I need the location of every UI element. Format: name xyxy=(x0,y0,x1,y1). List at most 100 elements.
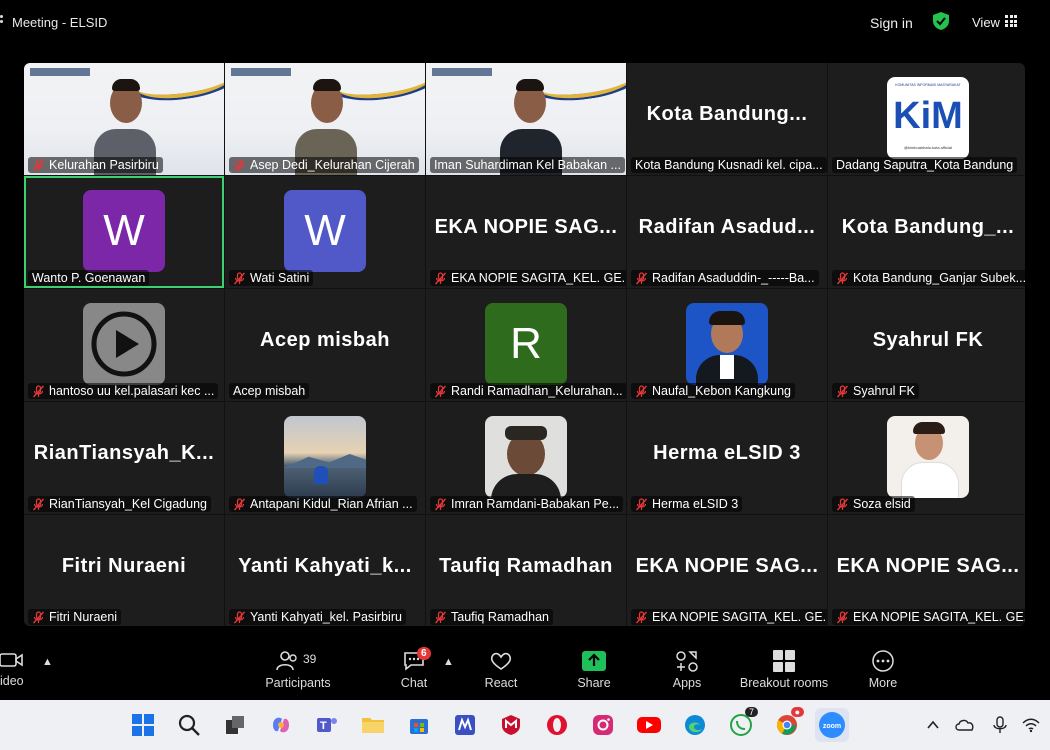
kim-logo-avatar: KOMUNITAS INFORMASI MASYARAKAT KiM @kimbua… xyxy=(887,77,969,159)
onedrive-cloud-icon[interactable] xyxy=(950,710,980,740)
participant-tile[interactable]: Syahrul FK Syahrul FK xyxy=(828,289,1025,401)
participant-display-name: EKA NOPIE SAG... xyxy=(836,555,1020,577)
kim-logo-handle: @kimbuahbatu.kota.official xyxy=(903,145,952,150)
participant-tile[interactable]: KOMUNITAS INFORMASI MASYARAKAT KiM @kimbua… xyxy=(828,63,1025,175)
participant-name-label: Radifan Asaduddin-_-----Ba... xyxy=(631,270,819,286)
react-label: React xyxy=(484,676,518,690)
view-button[interactable]: View xyxy=(972,15,1000,30)
participant-name: Acep misbah xyxy=(233,384,306,398)
m-app-icon[interactable] xyxy=(450,710,480,740)
video-options-caret-icon[interactable]: ▲ xyxy=(42,656,53,668)
participant-name-label: Wanto P. Goenawan xyxy=(28,270,150,286)
mic-muted-icon xyxy=(635,271,648,284)
shield-check-icon[interactable] xyxy=(931,11,951,31)
task-view-icon[interactable] xyxy=(220,710,250,740)
grid-view-icon[interactable] xyxy=(1005,15,1017,27)
participant-tile[interactable]: W Wanto P. Goenawan xyxy=(24,176,224,288)
participant-tile[interactable]: W Wati Satini xyxy=(225,176,425,288)
mic-muted-icon xyxy=(635,497,648,510)
participant-name-label: EKA NOPIE SAGITA_KEL. GE... xyxy=(631,609,827,625)
participant-name-label: Acep misbah xyxy=(229,383,310,399)
participant-tile[interactable]: R Randi Ramadhan_Kelurahan... xyxy=(426,289,626,401)
participant-tile[interactable]: Herma eLSID 3 Herma eLSID 3 xyxy=(627,402,827,514)
zoom-taskbar-icon[interactable]: zoom xyxy=(815,708,849,742)
sign-in-link[interactable]: Sign in xyxy=(870,15,913,31)
microphone-icon[interactable] xyxy=(985,710,1015,740)
participant-avatar: W xyxy=(284,190,366,272)
instagram-icon[interactable] xyxy=(588,710,618,740)
breakout-rooms-button[interactable]: Breakout rooms xyxy=(734,650,834,690)
chat-options-caret-icon[interactable]: ▲ xyxy=(443,656,454,668)
participant-name: hantoso uu kel.palasari kec ... xyxy=(49,384,215,398)
participant-name-label: RianTiansyah_Kel Cigadung xyxy=(28,496,211,512)
mic-muted-icon xyxy=(233,271,246,284)
opera-icon[interactable] xyxy=(542,710,572,740)
mic-muted-icon xyxy=(434,610,447,623)
chrome-icon[interactable]: ● xyxy=(772,707,804,740)
participant-tile[interactable]: Kelurahan Pasirbiru xyxy=(24,63,224,175)
participant-display-name: EKA NOPIE SAG... xyxy=(635,555,819,577)
windows-start-icon[interactable] xyxy=(128,710,158,740)
file-explorer-icon[interactable] xyxy=(358,710,388,740)
copilot-icon[interactable] xyxy=(266,710,296,740)
participant-tile[interactable]: EKA NOPIE SAG... EKA NOPIE SAGITA_KEL. GE… xyxy=(426,176,626,288)
microsoft-store-icon[interactable] xyxy=(404,710,434,740)
participant-tile[interactable]: Radifan Asadud... Radifan Asaduddin-_----… xyxy=(627,176,827,288)
participant-name: Kota Bandung_Ganjar Subek... xyxy=(853,271,1025,285)
react-button[interactable]: React xyxy=(481,650,521,690)
more-button[interactable]: More xyxy=(863,650,903,690)
participant-name-label: Fitri Nuraeni xyxy=(28,609,122,625)
participant-tile[interactable]: Naufal_Kebon Kangkung xyxy=(627,289,827,401)
mic-muted-icon xyxy=(635,610,648,623)
participant-tile[interactable]: RianTiansyah_K... RianTiansyah_Kel Cigadu… xyxy=(24,402,224,514)
participant-display-name: EKA NOPIE SAG... xyxy=(434,216,618,238)
participant-display-name: Taufiq Ramadhan xyxy=(439,555,613,577)
mcafee-icon[interactable] xyxy=(496,710,526,740)
participants-button[interactable]: 39 Participants xyxy=(262,650,334,690)
mic-muted-icon xyxy=(32,610,45,623)
participant-tile[interactable]: EKA NOPIE SAG... EKA NOPIE SAGITA_KEL. GE… xyxy=(627,515,827,626)
breakout-rooms-icon xyxy=(773,650,795,672)
wifi-icon[interactable] xyxy=(1016,710,1046,740)
svg-text:T: T xyxy=(320,720,327,732)
participant-display-name: Kota Bandung... xyxy=(646,103,808,125)
participant-name: RianTiansyah_Kel Cigadung xyxy=(49,497,207,511)
participant-tile[interactable]: hantoso uu kel.palasari kec ... xyxy=(24,289,224,401)
mic-muted-icon xyxy=(836,384,849,397)
app-menu-icon[interactable] xyxy=(0,15,4,27)
tray-chevron-up-icon[interactable] xyxy=(918,710,948,740)
participant-tile[interactable]: Kota Bandung... Kota Bandung Kusnadi kel.… xyxy=(627,63,827,175)
participant-tile[interactable]: Kota Bandung_... Kota Bandung_Ganjar Sube… xyxy=(828,176,1025,288)
participant-name: EKA NOPIE SAGITA_KEL. GE... xyxy=(853,610,1025,624)
youtube-icon[interactable] xyxy=(634,710,664,740)
video-button[interactable]: ideo xyxy=(0,650,30,688)
participant-tile[interactable]: Acep misbah Acep misbah xyxy=(225,289,425,401)
share-button[interactable]: Share xyxy=(574,650,614,690)
participant-name-label: Taufiq Ramadhan xyxy=(430,609,553,625)
participant-name-label: Naufal_Kebon Kangkung xyxy=(631,383,796,399)
teams-icon[interactable]: T xyxy=(312,710,342,740)
kim-logo-text: KiM xyxy=(893,95,963,137)
participant-tile[interactable]: Taufiq Ramadhan Taufiq Ramadhan xyxy=(426,515,626,626)
participant-tile[interactable]: EKA NOPIE SAG... EKA NOPIE SAGITA_KEL. GE… xyxy=(828,515,1025,626)
participant-display-name: Fitri Nuraeni xyxy=(61,555,187,577)
participant-tile[interactable]: Yanti Kahyati_k... Yanti Kahyati_kel. Pas… xyxy=(225,515,425,626)
whatsapp-icon[interactable]: 7 xyxy=(726,707,758,740)
participant-tile[interactable]: Fitri Nuraeni Fitri Nuraeni xyxy=(24,515,224,626)
video-gallery: Kelurahan Pasirbiru Asep Dedi_Kelurahan C… xyxy=(24,63,1025,626)
participant-photo xyxy=(284,416,366,498)
participant-tile[interactable]: Asep Dedi_Kelurahan Cijerah xyxy=(225,63,425,175)
participant-tile[interactable]: Antapani Kidul_Rian Afrian ... xyxy=(225,402,425,514)
mic-muted-icon xyxy=(635,384,648,397)
breakout-rooms-label: Breakout rooms xyxy=(739,676,829,690)
participant-display-name: Syahrul FK xyxy=(872,329,984,351)
search-icon[interactable] xyxy=(174,710,204,740)
edge-icon[interactable] xyxy=(680,710,710,740)
whatsapp-badge: 7 xyxy=(744,707,758,717)
participant-tile[interactable]: Soza elsid xyxy=(828,402,1025,514)
participant-display-name: Herma eLSID 3 xyxy=(653,442,801,464)
participant-name: Wati Satini xyxy=(250,271,310,285)
participant-tile[interactable]: Imran Ramdani-Babakan Pe... xyxy=(426,402,626,514)
participant-tile[interactable]: Iman Suhardiman Kel Babakan ... xyxy=(426,63,626,175)
apps-button[interactable]: Apps xyxy=(667,650,707,690)
